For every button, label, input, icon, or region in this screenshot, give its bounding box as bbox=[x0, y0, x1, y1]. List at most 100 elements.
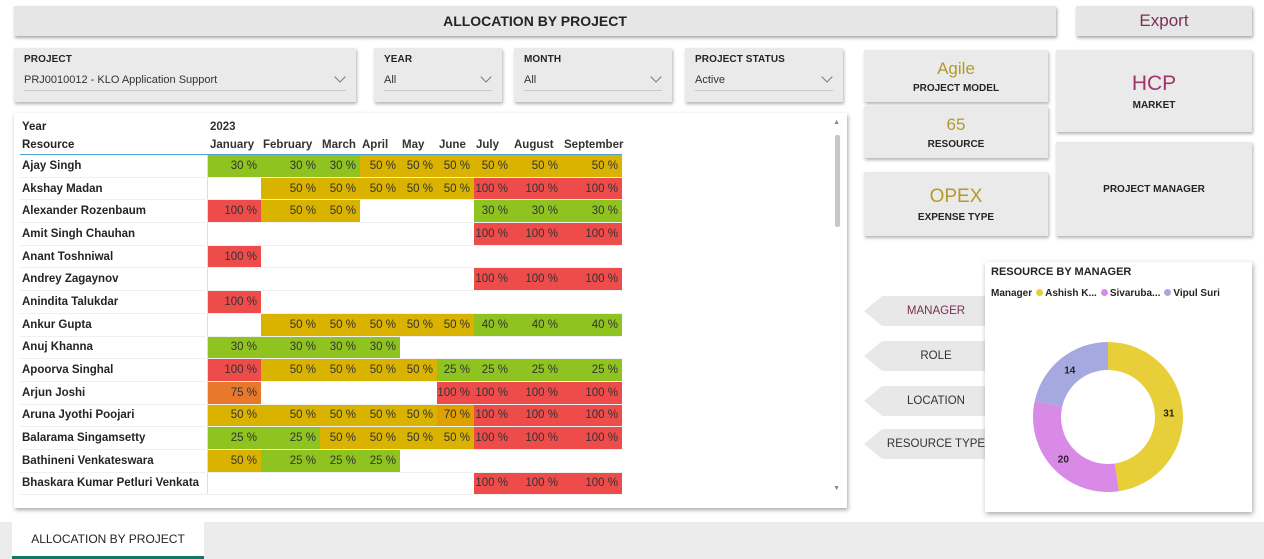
allocation-cell: 50 % bbox=[320, 404, 360, 427]
table-row[interactable]: Anindita Talukdar 100 % bbox=[20, 291, 622, 314]
scroll-down-icon[interactable]: ▼ bbox=[833, 485, 840, 492]
allocation-cell bbox=[474, 450, 512, 472]
allocation-cell: 50 % bbox=[261, 404, 320, 427]
allocation-cell: 50 % bbox=[261, 177, 320, 200]
allocation-cell bbox=[261, 473, 320, 495]
allocation-cell: 50 % bbox=[562, 155, 622, 177]
role-nav-button[interactable]: ROLE bbox=[864, 341, 986, 371]
allocation-cell bbox=[320, 291, 360, 313]
allocation-cell: 100 % bbox=[562, 472, 622, 495]
allocation-cell bbox=[320, 246, 360, 268]
month-slicer[interactable]: MONTH All bbox=[514, 48, 672, 102]
allocation-cell: 40 % bbox=[562, 313, 622, 336]
allocation-cell: 50 % bbox=[320, 359, 360, 381]
allocation-cell: 50 % bbox=[360, 177, 400, 200]
allocation-cell: 25 % bbox=[261, 449, 320, 472]
allocation-cell bbox=[400, 223, 437, 245]
table-row[interactable]: Anant Toshniwal 100 % bbox=[20, 245, 622, 269]
table-row[interactable]: Akshay Madan 50 % 50 % 50 % 50 % 50 % 100 % 100… bbox=[20, 177, 622, 201]
year-dropdown[interactable]: All bbox=[384, 69, 492, 91]
slice-data-label: 14 bbox=[1064, 365, 1076, 376]
month-dropdown[interactable]: All bbox=[524, 69, 662, 91]
allocation-cell: 50 % bbox=[437, 177, 474, 200]
allocation-cell bbox=[437, 450, 474, 472]
project-dropdown[interactable]: PRJ0010012 - KLO Application Support bbox=[24, 69, 346, 91]
donut-slice[interactable] bbox=[1033, 400, 1119, 492]
resource-caption: RESOURCE bbox=[927, 138, 985, 150]
month-header-7: August bbox=[514, 139, 554, 151]
allocation-cell bbox=[261, 382, 320, 404]
status-slicer[interactable]: PROJECT STATUS Active bbox=[685, 48, 843, 102]
resource-by-manager-chart[interactable]: RESOURCE BY MANAGER Manager Ashish K... S… bbox=[985, 262, 1252, 512]
chevron-down-icon[interactable] bbox=[334, 71, 346, 83]
allocation-cell: 100 % bbox=[474, 223, 512, 245]
month-header-3: April bbox=[362, 139, 389, 151]
chevron-down-icon[interactable] bbox=[821, 71, 833, 83]
scroll-up-icon[interactable]: ▲ bbox=[833, 119, 840, 126]
manager-nav-label: MANAGER bbox=[906, 305, 966, 317]
project-value: PRJ0010012 - KLO Application Support bbox=[24, 73, 218, 86]
month-header-8: September bbox=[564, 139, 624, 151]
allocation-cell bbox=[360, 223, 400, 245]
allocation-cell: 50 % bbox=[400, 313, 437, 336]
table-row[interactable]: Apoorva Singhal 100 % 50 % 50 % 50 % 50 % 25 %… bbox=[20, 359, 622, 382]
table-row[interactable]: Arjun Joshi 75 % 100 % 100 % 100 % 100 % bbox=[20, 381, 622, 405]
table-row[interactable]: Ajay Singh 30 % 30 % 30 % 50 % 50 % 50 % 50 % 50… bbox=[20, 155, 622, 178]
resource-name: Akshay Madan bbox=[20, 177, 208, 200]
resource-name: Apoorva Singhal bbox=[20, 359, 208, 381]
allocation-cell bbox=[474, 291, 512, 313]
allocation-cell bbox=[360, 473, 400, 495]
allocation-cell: 100 % bbox=[474, 472, 512, 495]
allocation-cell bbox=[360, 246, 400, 268]
status-dropdown[interactable]: Active bbox=[695, 69, 833, 91]
tab-allocation-by-project[interactable]: ALLOCATION BY PROJECT bbox=[12, 522, 204, 559]
allocation-cell: 25 % bbox=[360, 449, 400, 472]
allocation-cell bbox=[208, 314, 261, 336]
scrollbar-thumb[interactable] bbox=[835, 135, 840, 227]
location-nav-button[interactable]: LOCATION bbox=[864, 386, 986, 416]
table-row[interactable]: Balarama Singamsetty 25 % 25 % 50 % 50 % 50 %… bbox=[20, 427, 622, 450]
allocation-cell bbox=[562, 337, 622, 359]
allocation-cell: 30 % bbox=[512, 200, 562, 223]
table-row[interactable]: Andrey Zagaynov 100 % 100 % 100 % bbox=[20, 268, 622, 292]
allocation-cell: 100 % bbox=[474, 177, 512, 200]
resource-name: Ankur Gupta bbox=[20, 313, 208, 336]
table-row[interactable]: Bhaskara Kumar Petluri Venkata 100 % 100 %… bbox=[20, 472, 622, 496]
role-nav-label: ROLE bbox=[920, 350, 952, 362]
table-row[interactable]: Anuj Khanna 30 % 30 % 30 % 30 % bbox=[20, 336, 622, 360]
allocation-cell bbox=[360, 268, 400, 290]
resource-name: Anant Toshniwal bbox=[20, 245, 208, 268]
allocation-cell: 50 % bbox=[261, 200, 320, 223]
month-header-0: January bbox=[210, 139, 255, 151]
table-row[interactable]: Aruna Jyothi Poojari 50 % 50 % 50 % 50 % 50 %… bbox=[20, 404, 622, 428]
resource-type-nav-button[interactable]: RESOURCE TYPE bbox=[864, 429, 986, 459]
allocation-cell: 50 % bbox=[400, 359, 437, 381]
year-slicer[interactable]: YEAR All bbox=[374, 48, 502, 102]
table-row[interactable]: Bathineni Venkateswara 50 % 25 % 25 % 25 % bbox=[20, 449, 622, 473]
allocation-cell: 75 % bbox=[208, 381, 261, 404]
allocation-cell: 50 % bbox=[360, 155, 400, 177]
allocation-cell: 100 % bbox=[512, 404, 562, 427]
allocation-cell: 25 % bbox=[208, 427, 261, 449]
allocation-cell bbox=[400, 337, 437, 359]
table-row[interactable]: Amit Singh Chauhan 100 % 100 % 100 % bbox=[20, 223, 622, 246]
market-card: HCP MARKET bbox=[1056, 50, 1252, 132]
allocation-cell bbox=[400, 473, 437, 495]
matrix-year-header: Year 2023 bbox=[20, 117, 622, 136]
chevron-down-icon[interactable] bbox=[480, 71, 492, 83]
allocation-cell: 50 % bbox=[261, 313, 320, 336]
project-slicer[interactable]: PROJECT PRJ0010012 - KLO Application Sup… bbox=[14, 48, 356, 102]
export-button[interactable]: Export bbox=[1076, 6, 1252, 36]
table-row[interactable]: Alexander Rozenbaum 100 % 50 % 50 % 30 % 30 %… bbox=[20, 200, 622, 224]
page-title: ALLOCATION BY PROJECT bbox=[14, 6, 1056, 36]
allocation-cell bbox=[208, 223, 261, 245]
chevron-down-icon[interactable] bbox=[650, 71, 662, 83]
allocation-cell bbox=[261, 268, 320, 290]
allocation-cell: 100 % bbox=[208, 359, 261, 381]
manager-nav-button[interactable]: MANAGER bbox=[864, 296, 986, 326]
allocation-cell: 100 % bbox=[512, 427, 562, 449]
project-manager-caption: PROJECT MANAGER bbox=[1103, 183, 1205, 195]
project-manager-card: PROJECT MANAGER bbox=[1056, 142, 1252, 236]
table-row[interactable]: Ankur Gupta 50 % 50 % 50 % 50 % 50 % 40 % 40 % 4… bbox=[20, 313, 622, 337]
allocation-matrix[interactable]: Year 2023 Resource January February March A… bbox=[14, 113, 847, 508]
